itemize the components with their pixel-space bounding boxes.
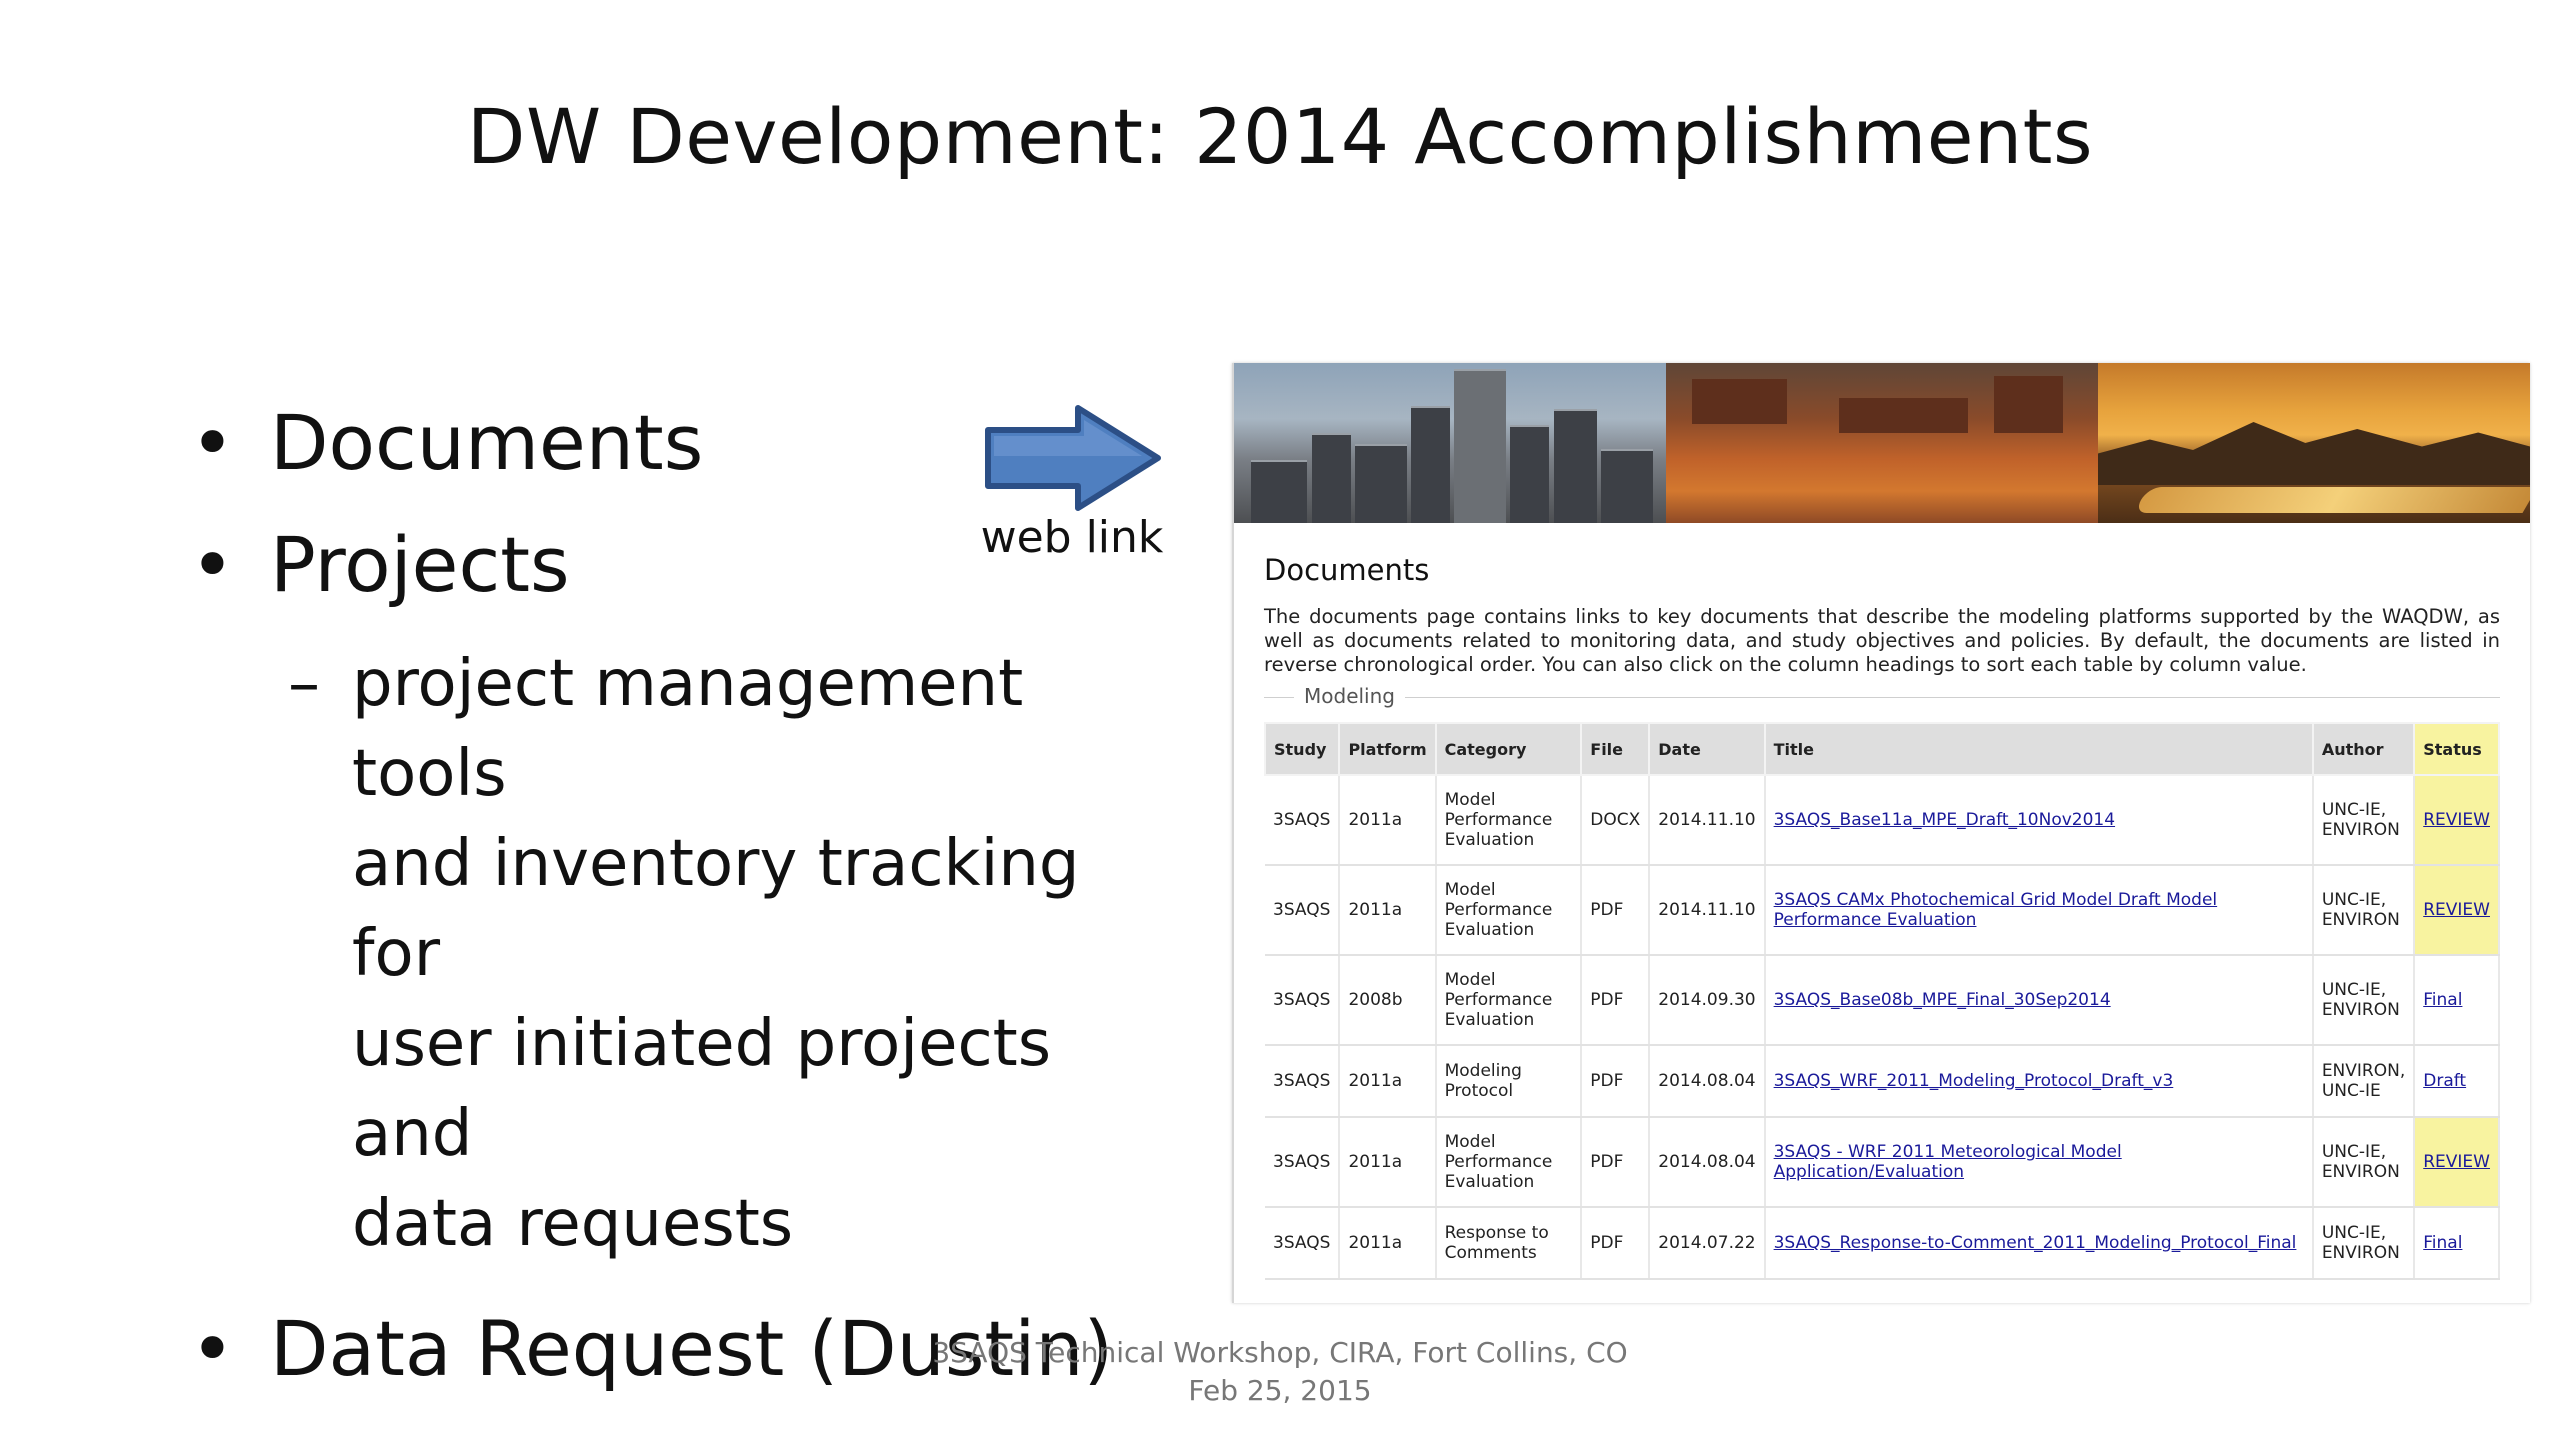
document-link[interactable]: 3SAQS_Response-to-Comment_2011_Modeling_… xyxy=(1774,1233,2297,1253)
cell-file: DOCX xyxy=(1581,775,1651,866)
cell-file: PDF xyxy=(1581,1117,1651,1208)
cell-category: Model Performance Evaluation xyxy=(1435,955,1583,1046)
documents-table: Study Platform Category File Date Title … xyxy=(1263,722,2500,1280)
cell-author: UNC-IE, ENVIRON xyxy=(2312,1117,2416,1208)
column-header[interactable]: Date xyxy=(1648,722,1766,776)
slide-title: DW Development: 2014 Accomplishments xyxy=(466,92,2094,181)
cell-author: UNC-IE, ENVIRON xyxy=(2312,865,2416,956)
column-header[interactable]: Category xyxy=(1434,722,1583,776)
table-row: 3SAQS 2008b Model Performance Evaluation… xyxy=(1265,955,2500,1046)
table-header-row: Study Platform Category File Date Title … xyxy=(1263,722,2500,776)
document-link[interactable]: 3SAQS CAMx Photochemical Grid Model Draf… xyxy=(1774,890,2218,930)
documents-page-screenshot: Documents The documents page contains li… xyxy=(1232,363,2530,1303)
cell-date: 2014.07.22 xyxy=(1649,1207,1766,1280)
document-link[interactable]: 3SAQS - WRF 2011 Meteorological Model Ap… xyxy=(1774,1142,2122,1182)
cell-author: UNC-IE, ENVIRON xyxy=(2312,955,2416,1046)
banner xyxy=(1234,363,2530,523)
table-row: 3SAQS 2011a Model Performance Evaluation… xyxy=(1265,775,2500,866)
status-link[interactable]: Final xyxy=(2423,1233,2462,1253)
cell-date: 2014.08.04 xyxy=(1649,1045,1766,1118)
document-link[interactable]: 3SAQS_Base08b_MPE_Final_30Sep2014 xyxy=(1774,990,2111,1010)
cell-file: PDF xyxy=(1581,865,1651,956)
cell-category: Modeling Protocol xyxy=(1435,1045,1583,1118)
cell-category: Model Performance Evaluation xyxy=(1435,1117,1583,1208)
sub-bullet-projects: – project management tools and inventory… xyxy=(190,639,1170,1269)
cell-study: 3SAQS xyxy=(1265,1045,1341,1118)
cell-study: 3SAQS xyxy=(1265,865,1341,956)
cell-platform: 2011a xyxy=(1339,775,1437,866)
cell-date: 2014.11.10 xyxy=(1649,865,1766,956)
table-row: 3SAQS 2011a Modeling Protocol PDF 2014.0… xyxy=(1265,1045,2500,1118)
documents-intro: The documents page contains links to key… xyxy=(1264,605,2500,676)
cell-file: PDF xyxy=(1581,1207,1651,1280)
dash-marker: – xyxy=(288,647,320,721)
table-row: 3SAQS 2011a Model Performance Evaluation… xyxy=(1265,865,2500,956)
city-skyline-image xyxy=(1234,363,1666,523)
cell-platform: 2011a xyxy=(1339,865,1437,956)
table-row: 3SAQS 2011a Response to Comments PDF 201… xyxy=(1265,1207,2500,1280)
mountain-sunset-image xyxy=(2098,363,2530,523)
sub-bullet-line: project management tools xyxy=(352,647,1024,811)
cell-study: 3SAQS xyxy=(1265,1207,1341,1280)
cell-author: UNC-IE, ENVIRON xyxy=(2312,775,2416,866)
modeling-section: Modeling Study Platform Category File Da… xyxy=(1263,684,2500,1280)
cell-platform: 2011a xyxy=(1339,1117,1437,1208)
cell-category: Response to Comments xyxy=(1435,1207,1583,1280)
status-link[interactable]: REVIEW xyxy=(2423,810,2490,830)
cell-author: UNC-IE, ENVIRON xyxy=(2312,1207,2416,1280)
cell-platform: 2008b xyxy=(1339,955,1437,1046)
cell-study: 3SAQS xyxy=(1265,955,1341,1046)
canyon-image xyxy=(1666,363,2098,523)
column-header[interactable]: Author xyxy=(2311,722,2416,776)
cell-file: PDF xyxy=(1581,955,1651,1046)
cell-study: 3SAQS xyxy=(1265,1117,1341,1208)
table-row: 3SAQS 2011a Model Performance Evaluation… xyxy=(1265,1117,2500,1208)
status-link[interactable]: REVIEW xyxy=(2423,900,2490,920)
column-header[interactable]: Study xyxy=(1263,722,1341,776)
sub-bullet-line: and inventory tracking for xyxy=(352,827,1080,991)
cell-study: 3SAQS xyxy=(1265,775,1341,866)
column-header[interactable]: Status xyxy=(2413,722,2500,776)
cell-author: ENVIRON, UNC-IE xyxy=(2312,1045,2416,1118)
status-link[interactable]: Draft xyxy=(2423,1071,2466,1091)
cell-file: PDF xyxy=(1581,1045,1651,1118)
right-arrow-icon[interactable] xyxy=(982,404,1164,512)
cell-date: 2014.08.04 xyxy=(1649,1117,1766,1208)
sub-bullet-line: data requests xyxy=(352,1187,794,1261)
column-header[interactable]: Platform xyxy=(1338,722,1437,776)
footer-date: Feb 25, 2015 xyxy=(1188,1374,1372,1407)
sub-bullet-line: user initiated projects and xyxy=(352,1007,1052,1171)
status-link[interactable]: REVIEW xyxy=(2423,1152,2490,1172)
cell-date: 2014.09.30 xyxy=(1649,955,1766,1046)
column-header[interactable]: Title xyxy=(1763,722,2314,776)
web-link-label[interactable]: web link xyxy=(962,512,1182,563)
cell-platform: 2011a xyxy=(1339,1207,1437,1280)
cell-date: 2014.11.10 xyxy=(1649,775,1766,866)
status-link[interactable]: Final xyxy=(2423,990,2462,1010)
cell-platform: 2011a xyxy=(1339,1045,1437,1118)
cell-category: Model Performance Evaluation xyxy=(1435,775,1583,866)
footer-venue: 3SAQS Technical Workshop, CIRA, Fort Col… xyxy=(932,1336,1628,1369)
modeling-legend: Modeling xyxy=(1294,684,1405,708)
cell-category: Model Performance Evaluation xyxy=(1435,865,1583,956)
documents-heading: Documents xyxy=(1264,553,1430,587)
document-link[interactable]: 3SAQS_WRF_2011_Modeling_Protocol_Draft_v… xyxy=(1774,1071,2174,1091)
column-header[interactable]: File xyxy=(1580,722,1651,776)
document-link[interactable]: 3SAQS_Base11a_MPE_Draft_10Nov2014 xyxy=(1774,810,2115,830)
